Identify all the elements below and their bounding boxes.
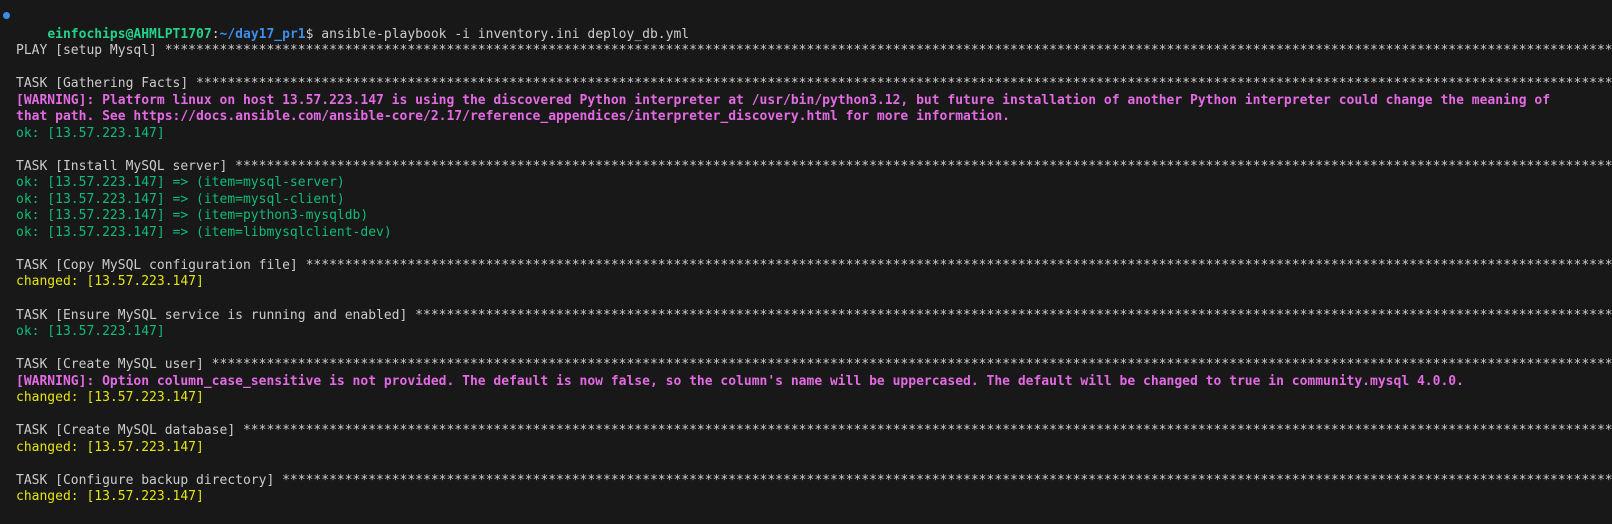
ok-gathering-facts: ok: [13.57.223.147] — [16, 126, 165, 141]
warning-python-line-2: that path. See https://docs.ansible.com/… — [16, 109, 1010, 124]
task-header-copy-config: TASK [Copy MySQL configuration file] ***… — [16, 258, 1612, 273]
play-header: PLAY [setup Mysql] *********************… — [16, 43, 1612, 58]
command-status-dot-icon[interactable] — [3, 12, 10, 19]
changed-backup-directory: changed: [13.57.223.147] — [16, 489, 204, 504]
prompt-separator: : — [211, 27, 220, 42]
task-header-create-user: TASK [Create MySQL user] ***************… — [16, 357, 1612, 372]
ok-install-item: ok: [13.57.223.147] => (item=python3-mys… — [16, 208, 369, 223]
prompt-path: ~/day17_pr1 — [219, 27, 306, 42]
prompt-line: einfochips@AHMLPT1707:~/day17_pr1$ ansib… — [16, 9, 689, 42]
ok-install-item: ok: [13.57.223.147] => (item=libmysqlcli… — [16, 225, 392, 240]
changed-copy-config: changed: [13.57.223.147] — [16, 274, 204, 289]
task-header-gathering-facts: TASK [Gathering Facts] *****************… — [16, 76, 1612, 91]
task-header-create-database: TASK [Create MySQL database] ***********… — [16, 423, 1612, 438]
changed-create-database: changed: [13.57.223.147] — [16, 440, 204, 455]
changed-create-user: changed: [13.57.223.147] — [16, 390, 204, 405]
prompt-user-host: einfochips@AHMLPT1707 — [47, 27, 212, 42]
task-header-backup-directory: TASK [Configure backup directory] ******… — [16, 473, 1612, 488]
prompt-command: ansible-playbook -i inventory.ini deploy… — [321, 27, 690, 42]
terminal-output[interactable]: einfochips@AHMLPT1707:~/day17_pr1$ ansib… — [0, 0, 1612, 524]
ok-install-item: ok: [13.57.223.147] => (item=mysql-clien… — [16, 192, 345, 207]
task-header-install-mysql: TASK [Install MySQL server] ************… — [16, 159, 1612, 174]
ok-install-item: ok: [13.57.223.147] => (item=mysql-serve… — [16, 175, 345, 190]
prompt-symbol: $ — [305, 27, 322, 42]
warning-column-case: [WARNING]: Option column_case_sensitive … — [16, 374, 1464, 389]
ok-ensure-service: ok: [13.57.223.147] — [16, 324, 165, 339]
task-header-ensure-service: TASK [Ensure MySQL service is running an… — [16, 308, 1612, 323]
warning-python-line-1: [WARNING]: Platform linux on host 13.57.… — [16, 93, 1551, 108]
